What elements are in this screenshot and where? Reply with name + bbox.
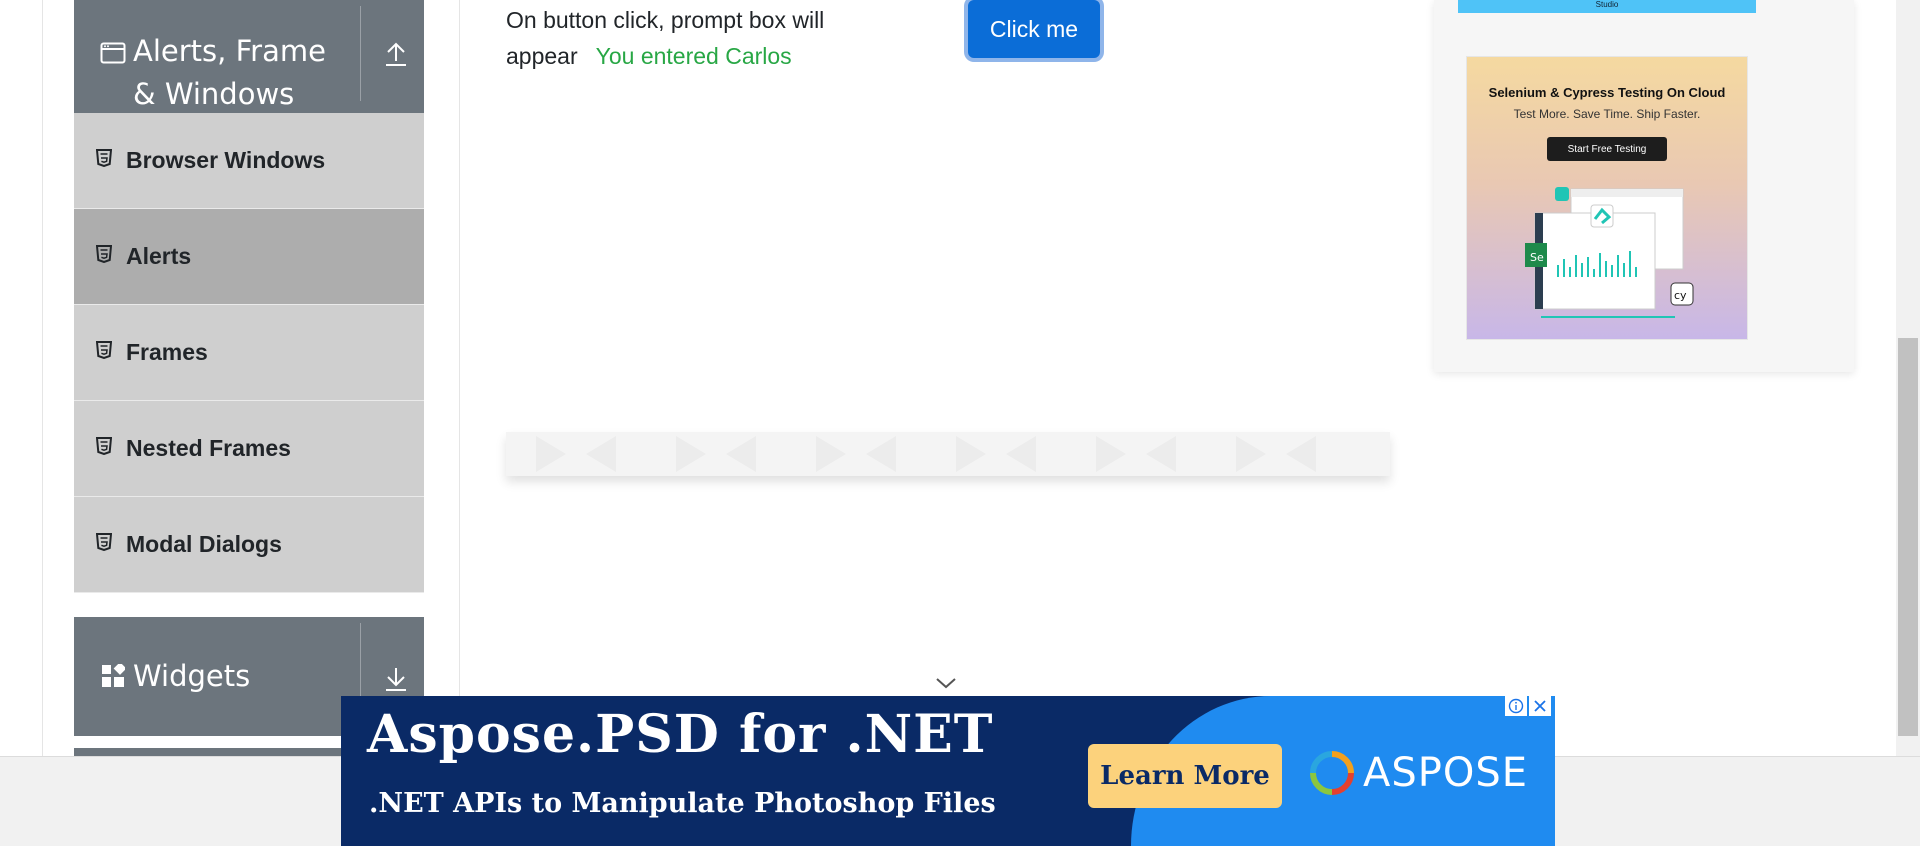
sidebar-item-nested-frames[interactable]: Nested Frames	[74, 401, 424, 497]
sidebar-item-browser-windows[interactable]: Browser Windows	[74, 113, 424, 209]
sidebar-item-label: Alerts	[126, 243, 192, 269]
html5-icon	[96, 533, 112, 551]
aspose-brand: ASPOSE	[1309, 750, 1528, 796]
widgets-icon	[100, 663, 126, 689]
learn-more-button[interactable]: Learn More	[1088, 744, 1282, 808]
arrow-up-icon[interactable]	[382, 40, 410, 68]
sidebar-border-right	[459, 0, 460, 756]
svg-text:cy: cy	[1674, 289, 1687, 302]
ad-title: Selenium & Cypress Testing On Cloud	[1488, 85, 1726, 100]
sidebar-item-label: Nested Frames	[126, 435, 291, 461]
page: Alerts, Frame & Windows Browser Windows …	[0, 0, 1920, 846]
close-icon[interactable]	[1529, 696, 1551, 716]
ad-banner-placeholder	[506, 432, 1390, 476]
svg-text:Se: Se	[1530, 251, 1544, 264]
container-border-left	[42, 0, 43, 756]
group-title: Widgets	[133, 659, 251, 693]
arrow-down-icon[interactable]	[382, 665, 410, 693]
html5-icon	[96, 341, 112, 359]
sidebar: Alerts, Frame & Windows Browser Windows …	[74, 0, 424, 736]
dashboard-illustration: Se cy	[1525, 187, 1694, 318]
prompt-description: On button click, prompt box will appear Y…	[506, 2, 866, 74]
ad-tagline: .NET APIs to Manipulate Photoshop Files	[369, 788, 996, 819]
group-header-alerts-frame-windows[interactable]: Alerts, Frame & Windows	[74, 0, 424, 113]
sidebar-item-alerts[interactable]: Alerts	[74, 209, 424, 305]
aspose-brand-name: ASPOSE	[1363, 750, 1529, 796]
sidebar-item-label: Frames	[126, 339, 208, 365]
ad-card-selenium[interactable]: Selenium & Cypress Testing On Cloud Test…	[1466, 56, 1748, 340]
top-ad-strip[interactable]: Studio	[1458, 0, 1756, 13]
page-scrollbar[interactable]	[1896, 0, 1920, 756]
ad-cta-button[interactable]: Start Free Testing	[1547, 137, 1667, 161]
pattern-background	[536, 436, 1316, 472]
aspose-ad-banner[interactable]: Aspose.PSD for .NET .NET APIs to Manipul…	[341, 696, 1555, 846]
window-icon	[100, 40, 126, 66]
html5-icon	[96, 437, 112, 455]
html5-icon	[96, 149, 112, 167]
chevron-down-icon[interactable]	[934, 674, 958, 692]
info-icon[interactable]	[1505, 696, 1527, 716]
sidebar-item-frames[interactable]: Frames	[74, 305, 424, 401]
aspose-logo-icon	[1310, 751, 1354, 795]
ad-headline: Aspose.PSD for .NET	[367, 704, 994, 765]
sidebar-item-modal-dialogs[interactable]: Modal Dialogs	[74, 497, 424, 593]
scrollbar-thumb[interactable]	[1898, 338, 1918, 736]
prompt-result: You entered Carlos	[595, 43, 792, 69]
group-title: Alerts, Frame & Windows	[133, 34, 326, 111]
ad-controls	[1503, 696, 1551, 716]
ad-subtitle: Test More. Save Time. Ship Faster.	[1513, 107, 1701, 121]
group-divider	[360, 6, 361, 101]
html5-icon	[96, 245, 112, 263]
sidebar-item-label: Modal Dialogs	[126, 531, 282, 557]
prompt-button[interactable]: Click me	[968, 0, 1100, 58]
sidebar-item-label: Browser Windows	[126, 147, 326, 173]
